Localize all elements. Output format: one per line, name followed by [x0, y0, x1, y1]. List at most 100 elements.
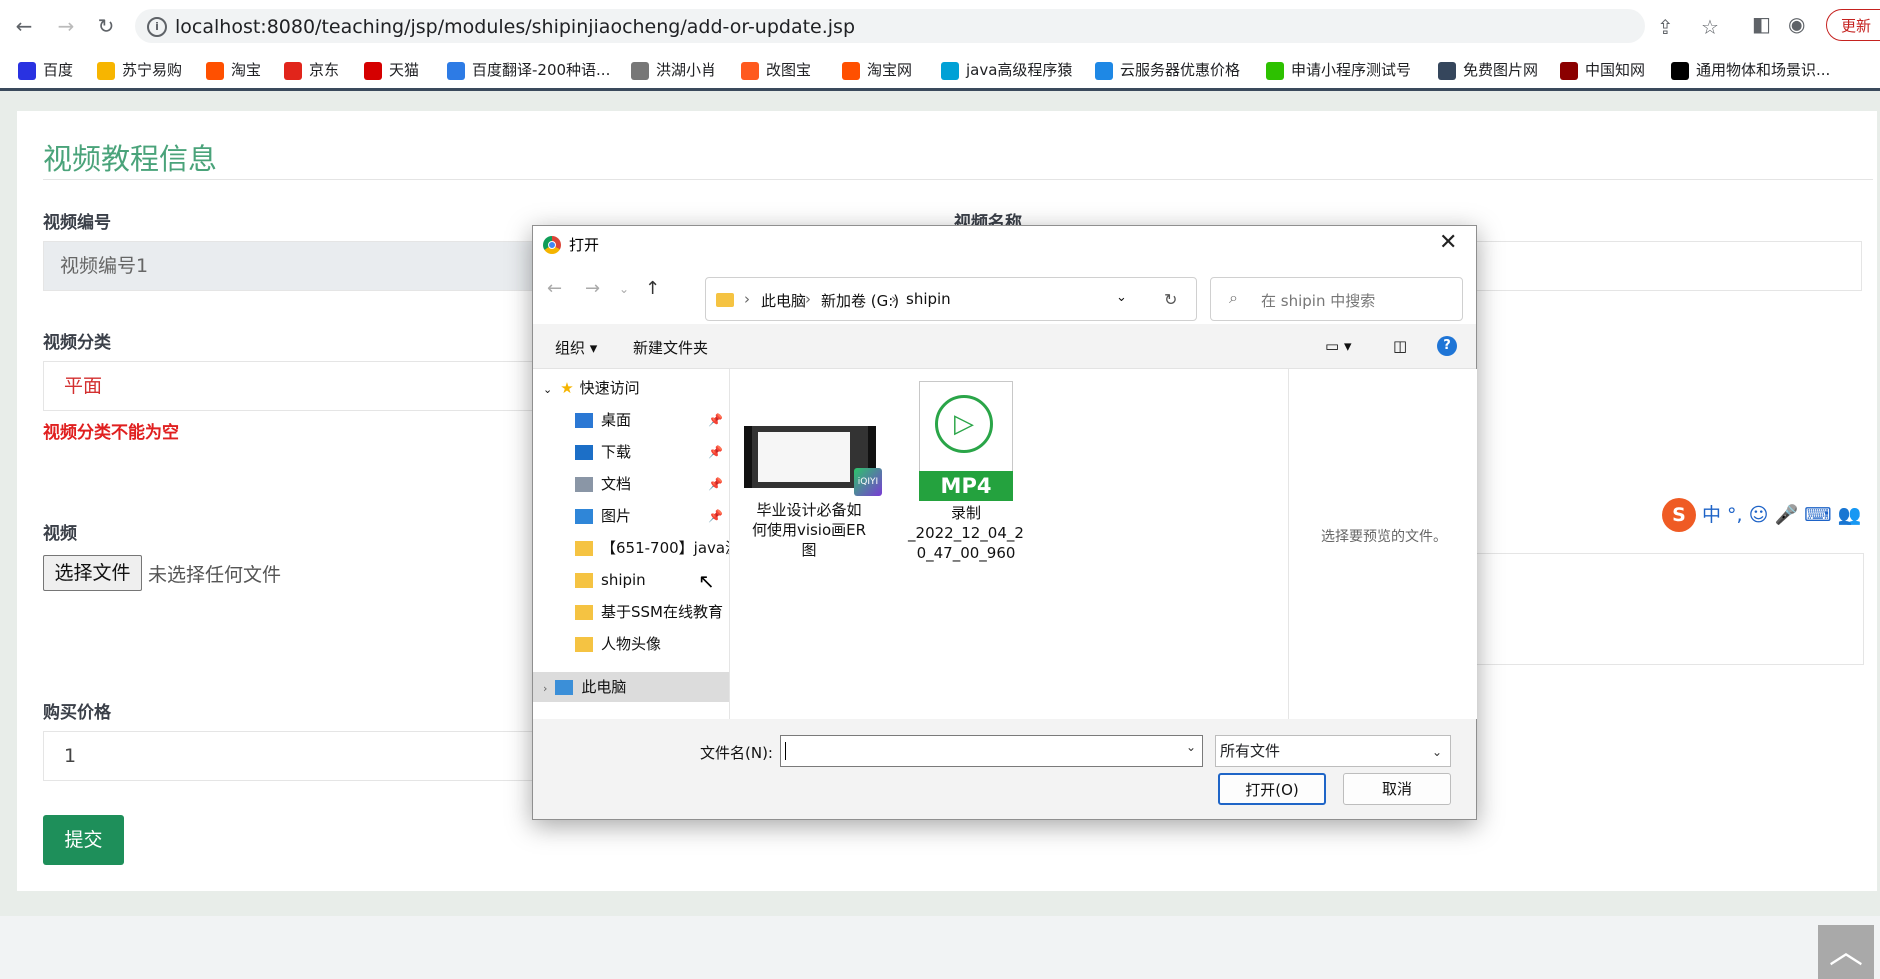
search-input[interactable]: ⌕ 在 shipin 中搜索 — [1210, 277, 1463, 321]
nav-item[interactable]: 人物头像 — [533, 629, 729, 659]
close-icon[interactable]: ✕ — [1439, 230, 1457, 255]
nav-item[interactable]: 下载 📌 — [533, 437, 729, 467]
description-textarea[interactable] — [1467, 553, 1864, 665]
bookmark-item[interactable]: 申请小程序测试号 — [1266, 58, 1411, 82]
bookmark-item[interactable]: 通用物体和场景识... — [1671, 58, 1830, 82]
breadcrumb-item[interactable]: 此电脑 — [761, 290, 806, 311]
side-panel-icon[interactable]: ◧ — [1752, 12, 1771, 36]
nav-item[interactable]: 【651-700】java源 — [533, 533, 729, 563]
bookmark-item[interactable]: 百度 — [18, 58, 73, 82]
reload-icon[interactable]: ↻ — [92, 12, 120, 40]
download-icon — [575, 445, 593, 460]
bookmark-item[interactable]: 百度翻译-200种语... — [447, 58, 610, 82]
chevron-down-icon[interactable]: ⌄ — [1186, 740, 1196, 754]
translate-icon — [447, 61, 465, 80]
file-name-line: 何使用visio画ER — [751, 521, 867, 539]
document-icon — [575, 477, 593, 492]
scroll-to-top-icon[interactable]: ︿ — [1818, 925, 1874, 979]
refresh-icon[interactable]: ↻ — [1164, 290, 1177, 309]
command-bar: 组织 ▾ 新建文件夹 ▭ ▾ ◫ ? — [533, 324, 1476, 369]
nav-item[interactable]: 图片 📌 — [533, 501, 729, 531]
nav-item[interactable]: 基于SSM在线教育 — [533, 597, 729, 627]
this-pc-item[interactable]: › 此电脑 — [533, 672, 729, 702]
file-item-mp4[interactable]: ▷ MP4 录制 _2022_12_04_2 0_47_00_960 — [901, 381, 1031, 563]
folder-icon — [575, 573, 593, 588]
bookmark-item[interactable]: 中国知网 — [1560, 58, 1645, 82]
bookmark-item[interactable]: 苏宁易购 — [97, 58, 182, 82]
forward-arrow-icon[interactable]: → — [52, 12, 80, 40]
category-select[interactable]: 平面 — [43, 361, 583, 411]
bookmark-item[interactable]: 淘宝网 — [842, 58, 912, 82]
choose-file-button[interactable]: 选择文件 — [43, 555, 142, 591]
chevron-right-icon: › — [543, 682, 548, 695]
chrome-logo-icon — [543, 236, 561, 254]
breadcrumb[interactable]: › 此电脑 › 新加卷 (G:) › shipin ⌄ ↻ — [705, 277, 1197, 321]
share-icon[interactable]: ⇪ — [1657, 15, 1674, 39]
up-arrow-icon[interactable]: ↑ — [645, 278, 660, 299]
nav-item-label: 下载 — [601, 443, 632, 461]
file-type-select[interactable]: 所有文件 ⌄ — [1215, 735, 1451, 767]
nav-item-label: 文档 — [601, 475, 632, 493]
ime-controls[interactable]: 中 °, ☺ 🎤 ⌨ 👥 — [1702, 504, 1861, 526]
tumblr-icon — [1438, 61, 1456, 80]
breadcrumb-item[interactable]: 新加卷 (G:) — [821, 290, 899, 311]
recent-locations-icon[interactable]: ⌄ — [619, 282, 629, 296]
back-arrow-icon[interactable]: ← — [547, 278, 562, 299]
file-name-line: 图 — [801, 541, 817, 559]
bookmark-label: 申请小程序测试号 — [1291, 61, 1412, 79]
title-divider — [43, 179, 1873, 180]
jd-icon — [284, 61, 302, 80]
bookmark-item[interactable]: 淘宝 — [206, 58, 261, 82]
bookmark-item[interactable]: 京东 — [284, 58, 339, 82]
dialog-footer: 文件名(N): ⌄ 所有文件 ⌄ 打开(O) 取消 — [533, 719, 1476, 819]
pictures-icon — [575, 509, 593, 524]
price-input[interactable]: 1 — [43, 731, 583, 781]
dialog-address-row: ← → ⌄ ↑ › 此电脑 › 新加卷 (G:) › shipin ⌄ ↻ ⌕ … — [533, 264, 1476, 324]
breadcrumb-item[interactable]: shipin — [906, 290, 951, 308]
back-arrow-icon[interactable]: ← — [10, 12, 38, 40]
bookmark-item[interactable]: 免费图片网 — [1438, 58, 1538, 82]
preview-pane-icon[interactable]: ◫ — [1393, 337, 1407, 355]
cancel-button[interactable]: 取消 — [1343, 773, 1451, 805]
video-name-input[interactable] — [1467, 241, 1862, 291]
organize-button[interactable]: 组织 ▾ — [555, 337, 597, 358]
site-info-icon[interactable]: i — [147, 17, 167, 37]
file-name-line: 0_47_00_960 — [916, 544, 1016, 562]
ime-toolbar[interactable]: S 中 °, ☺ 🎤 ⌨ 👥 — [1662, 498, 1861, 532]
chevron-down-icon[interactable]: ⌄ — [1116, 290, 1127, 305]
new-folder-button[interactable]: 新建文件夹 — [633, 337, 708, 358]
help-icon[interactable]: ? — [1437, 336, 1457, 356]
filename-input[interactable]: ⌄ — [780, 735, 1203, 767]
video-no-input[interactable]: 视频编号1 — [43, 241, 583, 291]
computer-icon — [555, 680, 574, 695]
pin-icon: 📌 — [708, 445, 723, 459]
bilibili-icon — [941, 61, 959, 80]
nav-item[interactable]: 桌面 📌 — [533, 405, 729, 435]
bookmark-item[interactable]: java高级程序猿 — [941, 58, 1072, 82]
bookmark-label: 免费图片网 — [1463, 61, 1539, 79]
bookmark-item[interactable]: 改图宝 — [741, 58, 811, 82]
address-bar[interactable]: i localhost:8080/teaching/jsp/modules/sh… — [135, 9, 1719, 43]
view-options-icon[interactable]: ▭ ▾ — [1325, 337, 1351, 355]
pin-icon: 📌 — [708, 477, 723, 491]
update-button[interactable]: 更新 — [1826, 9, 1880, 41]
bookmark-label: java高级程序猿 — [966, 61, 1073, 79]
dialog-title: 打开 — [569, 236, 600, 254]
profile-avatar-icon[interactable]: ◉ — [1788, 12, 1805, 36]
pin-icon: 📌 — [708, 413, 723, 427]
file-item-video[interactable]: iQIYI 毕业设计必备如 何使用visio画ER 图 — [744, 426, 882, 560]
forward-arrow-icon[interactable]: → — [585, 278, 600, 299]
sogou-logo-icon: S — [1662, 498, 1696, 532]
bookmark-star-icon[interactable]: ☆ — [1701, 15, 1719, 39]
bookmark-item[interactable]: 洪湖小肖 — [631, 58, 716, 82]
bookmarks-bar: 百度 苏宁易购 淘宝 京东 天猫 百度翻译-200种语... 洪湖小肖 改图宝 淘宝网 java高… — [0, 52, 1880, 91]
submit-button[interactable]: 提交 — [43, 815, 124, 865]
open-button[interactable]: 打开(O) — [1218, 773, 1326, 805]
pin-icon: 📌 — [708, 509, 723, 523]
bookmark-item[interactable]: 云服务器优惠价格 — [1095, 58, 1240, 82]
bookmark-item[interactable]: 天猫 — [364, 58, 419, 82]
chevron-down-icon: ⌄ — [1431, 745, 1442, 759]
quick-access-item[interactable]: ⌄ ★ 快速访问 — [533, 373, 729, 403]
nav-item[interactable]: 文档 📌 — [533, 469, 729, 499]
form-title: 视频教程信息 — [43, 142, 218, 176]
